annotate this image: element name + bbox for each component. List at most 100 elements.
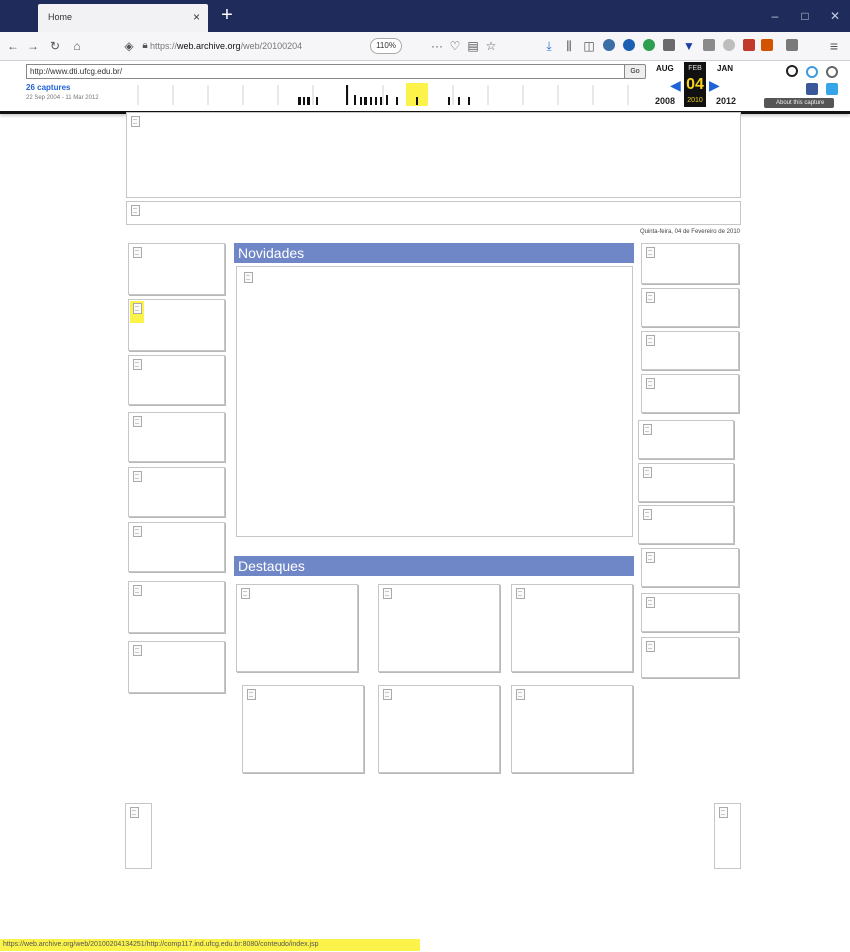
maximize-button[interactable]: □ bbox=[790, 6, 820, 26]
destaque-image-4[interactable] bbox=[242, 685, 364, 773]
destaque-image-1[interactable] bbox=[236, 584, 358, 672]
bookmark-star-icon[interactable]: ☆ bbox=[482, 37, 500, 55]
right-banner-image-10[interactable] bbox=[641, 637, 739, 678]
broken-image-icon bbox=[643, 424, 652, 435]
download-icon[interactable]: ⤓ bbox=[540, 37, 558, 55]
broken-image-icon bbox=[133, 585, 142, 596]
hamburger-menu-icon[interactable]: ≡ bbox=[825, 37, 843, 55]
capture-sparkline[interactable] bbox=[128, 81, 638, 107]
next-month-label[interactable]: JAN bbox=[717, 64, 733, 73]
left-menu-image-6[interactable] bbox=[128, 522, 225, 572]
home-icon[interactable]: ⌂ bbox=[68, 37, 86, 55]
destaque-image-5[interactable] bbox=[378, 685, 500, 773]
right-banner-image-2[interactable] bbox=[641, 288, 739, 327]
vpn-icon[interactable]: ▼ bbox=[680, 37, 698, 55]
extension-icon-8[interactable] bbox=[761, 39, 773, 51]
broken-image-icon bbox=[646, 247, 655, 258]
right-banner-image-3[interactable] bbox=[641, 331, 739, 370]
left-menu-image-7[interactable] bbox=[128, 581, 225, 633]
extension-icon-2[interactable] bbox=[623, 39, 635, 51]
wayback-url-input[interactable]: http://www.dti.ufcg.edu.br/ bbox=[26, 64, 625, 79]
left-menu-image-1[interactable] bbox=[128, 243, 225, 295]
reader-view-icon[interactable]: ▤ bbox=[464, 37, 482, 55]
destaque-image-3[interactable] bbox=[511, 584, 633, 672]
browser-tab[interactable]: Home × bbox=[38, 4, 208, 32]
tab-close-icon[interactable]: × bbox=[193, 10, 200, 24]
browser-tab-bar: Home × + – □ ✕ bbox=[0, 0, 850, 32]
right-banner-image-8[interactable] bbox=[641, 548, 739, 587]
left-menu-image-8[interactable] bbox=[128, 641, 225, 693]
left-menu-image-5[interactable] bbox=[128, 467, 225, 517]
previous-capture-arrow-icon[interactable]: ◀ bbox=[670, 77, 681, 94]
header-banner-image bbox=[126, 112, 741, 198]
broken-image-icon bbox=[133, 359, 142, 370]
facebook-icon[interactable] bbox=[806, 83, 818, 95]
broken-image-icon bbox=[646, 335, 655, 346]
right-banner-image-7[interactable] bbox=[638, 505, 734, 544]
right-banner-image-9[interactable] bbox=[641, 593, 739, 632]
left-menu-image-4[interactable] bbox=[128, 412, 225, 462]
sparkline-year-dividers bbox=[137, 85, 629, 105]
reload-icon[interactable]: ↻ bbox=[46, 37, 64, 55]
twitter-icon[interactable] bbox=[826, 83, 838, 95]
left-menu-image-2[interactable] bbox=[128, 299, 225, 351]
next-capture-arrow-icon[interactable]: ▶ bbox=[709, 77, 720, 94]
wayback-go-button[interactable]: Go bbox=[624, 64, 646, 79]
current-month-label: FEB bbox=[684, 62, 706, 76]
broken-image-icon bbox=[133, 247, 142, 258]
extension-icon-5[interactable] bbox=[703, 39, 715, 51]
right-banner-image-4[interactable] bbox=[641, 374, 739, 413]
broken-image-icon bbox=[646, 292, 655, 303]
extension-icon-1[interactable] bbox=[603, 39, 615, 51]
capture-day: 04 bbox=[684, 76, 706, 94]
prev-year-label[interactable]: 2008 bbox=[655, 96, 675, 106]
tab-title: Home bbox=[48, 12, 73, 22]
extension-icon-6[interactable] bbox=[723, 39, 735, 51]
destaque-image-2[interactable] bbox=[378, 584, 500, 672]
destaques-section-title: Destaques bbox=[234, 556, 634, 576]
back-arrow-icon[interactable]: ← bbox=[4, 37, 22, 55]
help-icon[interactable] bbox=[806, 66, 818, 78]
pocket-icon[interactable]: ♡ bbox=[446, 37, 464, 55]
novidades-section-title: Novidades bbox=[234, 243, 634, 263]
broken-image-icon bbox=[133, 471, 142, 482]
destaque-image-6[interactable] bbox=[511, 685, 633, 773]
prev-month-label[interactable]: AUG bbox=[656, 64, 674, 73]
about-capture-button[interactable]: About this capture bbox=[764, 98, 834, 108]
broken-image-icon bbox=[516, 588, 525, 599]
menu-bar-image bbox=[126, 201, 741, 225]
captures-link[interactable]: 26 captures bbox=[26, 83, 70, 92]
broken-image-icon bbox=[646, 378, 655, 389]
extension-icon-7[interactable] bbox=[743, 39, 755, 51]
broken-image-icon bbox=[646, 641, 655, 652]
broken-image-icon bbox=[133, 526, 142, 537]
wayback-toolbar: http://www.dti.ufcg.edu.br/ Go 26 captur… bbox=[0, 61, 850, 114]
navigation-bar: ← → ↻ ⌂ ◈ 🔒︎ https://web.archive.org/web… bbox=[0, 32, 850, 61]
zoom-level-badge[interactable]: 110% bbox=[370, 38, 402, 54]
broken-image-icon bbox=[131, 116, 140, 127]
page-actions-icon[interactable]: ··· bbox=[428, 37, 446, 55]
forward-arrow-icon[interactable]: → bbox=[24, 37, 42, 55]
right-banner-image-6[interactable] bbox=[638, 463, 734, 502]
close-toolbar-icon[interactable] bbox=[826, 66, 838, 78]
sparkline-bars bbox=[298, 85, 470, 105]
close-window-button[interactable]: ✕ bbox=[820, 6, 850, 26]
right-banner-image-5[interactable] bbox=[638, 420, 734, 459]
broken-image-icon bbox=[133, 645, 142, 656]
extension-icon-4[interactable] bbox=[663, 39, 675, 51]
url-path: /web/20100204 bbox=[240, 41, 303, 51]
broken-image-icon bbox=[643, 509, 652, 520]
minimize-button[interactable]: – bbox=[760, 6, 790, 26]
sidebar-icon[interactable]: ◫ bbox=[580, 37, 598, 55]
account-icon[interactable] bbox=[786, 65, 798, 77]
broken-image-icon bbox=[719, 807, 728, 818]
extension-icon-9[interactable] bbox=[786, 39, 798, 51]
library-icon[interactable]: ⫼ bbox=[560, 37, 578, 55]
extension-icon-3[interactable] bbox=[643, 39, 655, 51]
broken-image-icon bbox=[130, 807, 139, 818]
new-tab-button[interactable]: + bbox=[215, 4, 239, 28]
right-banner-image-1[interactable] bbox=[641, 243, 739, 284]
next-year-label[interactable]: 2012 bbox=[716, 96, 736, 106]
footer-left-image bbox=[125, 803, 152, 869]
left-menu-image-3[interactable] bbox=[128, 355, 225, 405]
